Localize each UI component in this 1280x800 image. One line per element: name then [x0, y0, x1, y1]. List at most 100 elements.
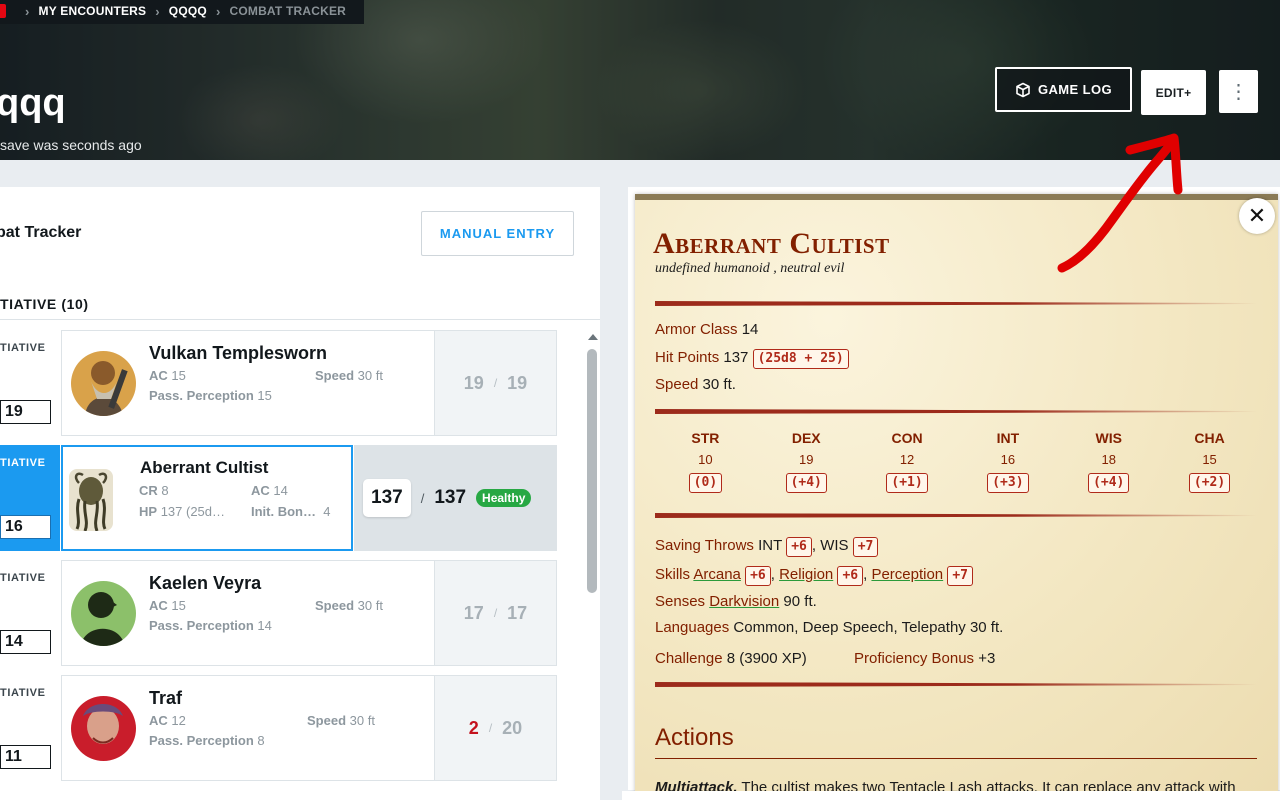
hp-stat: HP 137 (25d… — [139, 504, 226, 519]
combatant-portrait — [71, 696, 136, 761]
hp-max: 137 — [434, 487, 467, 508]
languages-line: Languages Common, Deep Speech, Telepathy… — [655, 619, 1004, 636]
ability-str: STR 10 (0) — [655, 430, 756, 493]
initiative-bonus-stat: Init. Bon… 4 — [251, 504, 331, 519]
skill-perception-link[interactable]: Perception — [871, 566, 943, 583]
speed-stat: Speed 30 ft — [315, 368, 383, 383]
more-options-button[interactable]: ⋮ — [1219, 70, 1258, 113]
hp-max: 19 — [507, 372, 528, 393]
ability-wis: WIS 18 (+4) — [1058, 430, 1159, 493]
hit-points-line: Hit Points 137 (25d8 + 25) — [655, 349, 849, 369]
manual-entry-button[interactable]: MANUAL ENTRY — [421, 211, 574, 256]
passive-perception-stat: Pass. Perception 15 — [149, 388, 272, 403]
scrollbar-thumb[interactable] — [587, 349, 597, 593]
combatant-name: Aberrant Cultist — [140, 458, 269, 477]
hit-dice-roll[interactable]: (25d8 + 25) — [752, 349, 849, 369]
hp-separator: / — [420, 490, 425, 506]
chevron-right-icon: › — [155, 3, 160, 19]
hp-max: 17 — [507, 602, 528, 623]
combatant-name: Vulkan Templesworn — [149, 343, 328, 363]
combatant-portrait — [69, 469, 113, 531]
breadcrumb-encounter[interactable]: QQQQ — [169, 4, 207, 18]
monster-name: Aberrant Cultist — [653, 227, 890, 260]
close-icon: ✕ — [1247, 203, 1267, 229]
initiative-header: TIATIVE (10) — [0, 296, 89, 312]
save-roll[interactable]: +7 — [852, 537, 879, 557]
senses-line: Senses Darkvision 90 ft. — [655, 593, 817, 610]
initiative-input[interactable]: 14 — [0, 630, 51, 654]
divider — [655, 758, 1257, 759]
darkvision-link[interactable]: Darkvision — [709, 593, 779, 610]
initiative-column: TIATIVE 11 — [0, 675, 60, 781]
initiative-column: TIATIVE 19 — [0, 330, 60, 436]
cube-icon — [1016, 82, 1030, 97]
halfling-portrait-icon — [71, 696, 136, 761]
save-status: save was seconds ago — [0, 137, 142, 153]
hp-max: 20 — [502, 717, 523, 738]
save-roll[interactable]: +6 — [786, 537, 812, 557]
speed-stat: Speed 30 ft — [315, 598, 383, 613]
tentacle-creature-portrait-icon — [69, 469, 113, 531]
breadcrumb-my-encounters[interactable]: MY ENCOUNTERS — [39, 4, 147, 18]
hp-separator: / — [493, 606, 498, 620]
armor-class-stat: AC 15 — [149, 598, 186, 613]
ability-mod-roll[interactable]: (+1) — [886, 473, 928, 493]
ability-mod-roll[interactable]: (+4) — [785, 473, 827, 493]
hit-points-display[interactable]: 2 / 20 — [434, 675, 557, 781]
ability-scores: STR 10 (0) DEX 19 (+4) CON 12 (+1) INT 16 (+3) W… — [655, 430, 1260, 493]
ability-mod-roll[interactable]: (+2) — [1188, 473, 1231, 493]
initiative-input[interactable]: 16 — [0, 515, 51, 539]
brand-logo-icon[interactable] — [0, 4, 6, 18]
edit-plus-button[interactable]: EDIT+ — [1141, 70, 1206, 115]
ability-dex: DEX 19 (+4) — [756, 430, 857, 493]
skill-arcana-link[interactable]: Arcana — [693, 566, 741, 583]
speed-line: Speed 30 ft. — [655, 376, 736, 393]
ability-mod-roll[interactable]: (+3) — [987, 473, 1029, 493]
divider — [655, 301, 1257, 306]
chevron-right-icon: › — [25, 3, 30, 19]
statblock-footer — [622, 791, 1280, 800]
initiative-input[interactable]: 11 — [0, 745, 51, 769]
combatant-card[interactable]: Traf AC 12 Speed 30 ft Pass. Perception … — [61, 675, 434, 781]
divider — [655, 682, 1257, 687]
combatant-card[interactable]: Vulkan Templesworn AC 15 Speed 30 ft Pas… — [61, 330, 434, 436]
divider — [655, 513, 1257, 518]
close-statblock-button[interactable]: ✕ — [1239, 198, 1275, 234]
scroll-up-icon[interactable] — [588, 334, 598, 340]
hp-current: 19 — [463, 372, 484, 393]
initiative-input[interactable]: 19 — [0, 400, 51, 424]
silhouette-portrait-icon — [71, 581, 136, 646]
hit-points-display[interactable]: 19 / 19 — [434, 330, 557, 436]
ability-mod-roll[interactable]: (+4) — [1088, 473, 1130, 493]
skill-roll[interactable]: +7 — [947, 566, 973, 586]
combatant-card[interactable]: Kaelen Veyra AC 15 Speed 30 ft Pass. Per… — [61, 560, 434, 666]
skill-roll[interactable]: +6 — [837, 566, 864, 586]
initiative-label: TIATIVE — [0, 687, 46, 699]
armor-class-line: Armor Class 14 — [655, 321, 759, 338]
hit-points-display[interactable]: 17 / 17 — [434, 560, 557, 666]
skill-roll[interactable]: +6 — [745, 566, 771, 586]
hp-current: 2 — [468, 717, 479, 738]
dwarf-portrait-icon — [71, 351, 136, 416]
game-log-button[interactable]: GAME LOG — [995, 67, 1132, 112]
hp-current-input[interactable]: 137 — [363, 479, 411, 517]
initiative-column: TIATIVE 14 — [0, 560, 60, 666]
combatant-name: Kaelen Veyra — [149, 573, 262, 593]
ability-mod-roll[interactable]: (0) — [688, 473, 723, 493]
monster-statblock: Aberrant Cultist undefined humanoid , ne… — [635, 194, 1278, 794]
skill-religion-link[interactable]: Religion — [779, 566, 833, 583]
challenge-rating-stat: CR 8 — [139, 483, 169, 498]
chevron-right-icon: › — [215, 3, 221, 19]
combatant-card-active[interactable]: Aberrant Cultist CR 8 AC 14 HP 137 (25d…… — [61, 445, 353, 551]
passive-perception-stat: Pass. Perception 14 — [149, 618, 272, 633]
challenge-line: Challenge 8 (3900 XP) — [655, 650, 807, 667]
initiative-column-active: TIATIVE 16 — [0, 445, 60, 551]
divider — [655, 409, 1257, 414]
divider — [0, 319, 600, 320]
speed-stat: Speed 30 ft — [307, 713, 375, 728]
actions-heading: Actions — [655, 724, 734, 751]
combatant-name: Traf — [149, 688, 183, 708]
combatant-list-scrollbar[interactable] — [584, 331, 600, 791]
ability-cha: CHA 15 (+2) — [1159, 430, 1260, 493]
hit-points-display-active[interactable]: 137 / 137 Healthy — [354, 445, 557, 551]
